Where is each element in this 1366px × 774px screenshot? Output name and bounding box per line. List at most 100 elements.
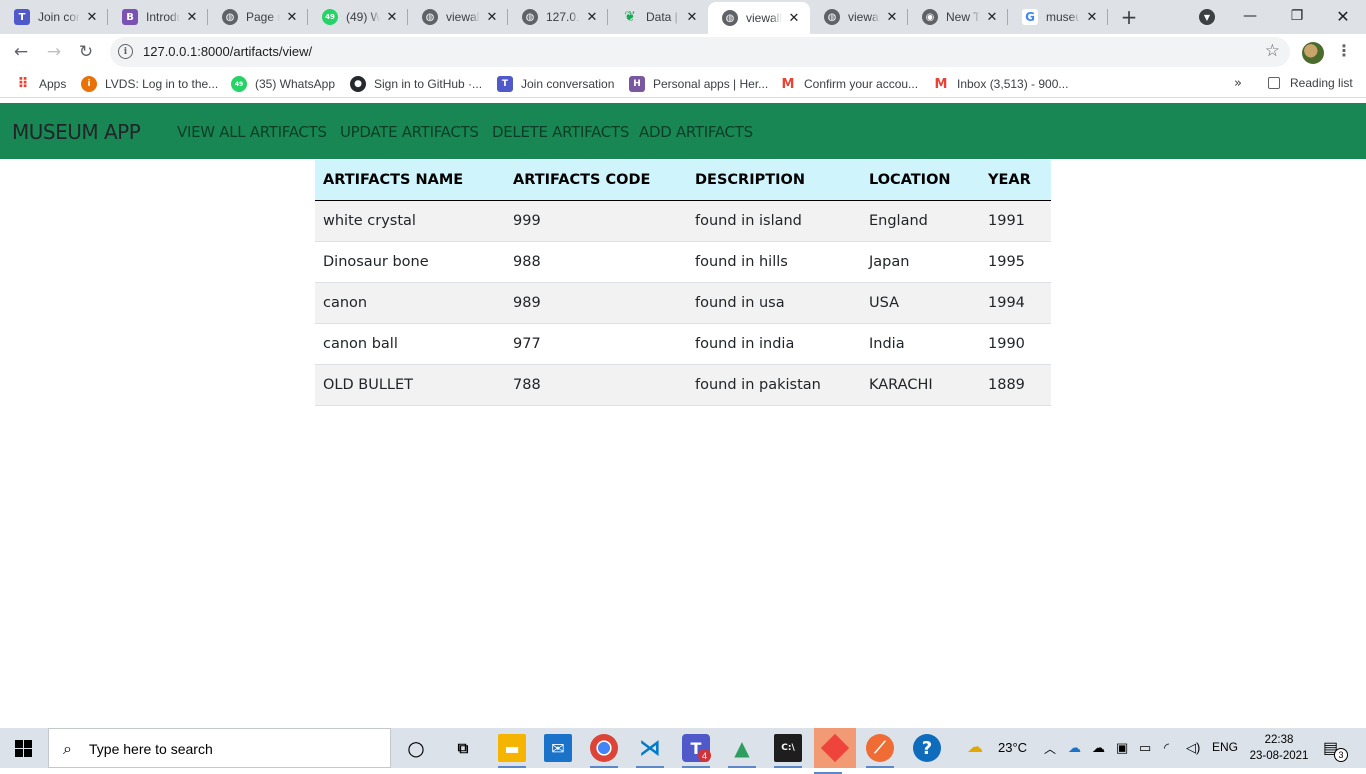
new-tab-plus-icon[interactable]: + [1117, 5, 1141, 29]
help-icon[interactable]: ? [913, 734, 941, 762]
browser-tab[interactable]: ◍ viewall ✕ [810, 0, 908, 34]
restore-icon[interactable]: ❐ [1285, 4, 1309, 28]
cloud-icon[interactable]: ☁ [1092, 740, 1105, 756]
browser-tab[interactable]: ◍ 127.0.0.1 ✕ [508, 0, 608, 34]
terminal-icon[interactable]: C:\ [774, 734, 802, 768]
profile-avatar[interactable] [1302, 42, 1324, 64]
table-row: white crystal 999 found in island Englan… [315, 200, 1051, 242]
bookmark-label: Inbox (3,513) - 900... [957, 77, 1069, 91]
anydesk-diamond-icon [820, 733, 850, 763]
nav-update-artifacts[interactable]: UPDATE ARTIFACTS [340, 123, 479, 141]
windows-start-icon[interactable] [15, 740, 32, 757]
site-info-icon[interactable]: i [118, 44, 133, 59]
chrome-taskbar-icon[interactable] [590, 734, 618, 768]
gmail-icon: M [934, 76, 948, 92]
window-close-icon[interactable]: ✕ [1331, 4, 1355, 28]
rocket-app-icon[interactable]: ▲ [728, 734, 756, 768]
onedrive-error-icon[interactable]: ☁ [1068, 740, 1081, 756]
show-hidden-icons-chevron-icon[interactable]: ︿ [1044, 740, 1056, 757]
nav-view-all-artifacts[interactable]: VIEW ALL ARTIFACTS [177, 123, 327, 141]
vscode-icon[interactable]: ⋊ [636, 734, 664, 768]
bookmark-apps[interactable]: ⠿ Apps [15, 76, 67, 92]
nav-delete-artifacts[interactable]: DELETE ARTIFACTS [492, 123, 629, 141]
weather-temperature[interactable]: 23°C [998, 740, 1027, 755]
bookmark-github[interactable]: ● Sign in to GitHub ·... [350, 76, 482, 92]
table-cell: found in pakistan [687, 364, 861, 406]
tab-search-chevron-icon[interactable]: ▼ [1199, 9, 1215, 25]
close-tab-icon[interactable]: ✕ [84, 9, 100, 25]
browser-tab-active[interactable]: ◍ viewall ✕ [708, 2, 810, 34]
table-cell: Japan [861, 241, 980, 283]
browser-tab[interactable]: ◉ New Tab ✕ [908, 0, 1008, 34]
reading-list-label: Reading list [1290, 76, 1353, 90]
browser-tab[interactable]: 49 (49) WhatsApp ✕ [308, 0, 408, 34]
meet-now-icon[interactable]: ▣ [1116, 740, 1128, 756]
bookmark-teams[interactable]: T Join conversation [497, 76, 614, 92]
column-header: YEAR [980, 160, 1051, 201]
browser-tab[interactable]: T Join conversation ✕ [0, 0, 108, 34]
notification-count-badge: 3 [1334, 748, 1348, 762]
bookmark-label: (35) WhatsApp [255, 77, 336, 91]
back-arrow-icon[interactable]: ← [9, 40, 33, 64]
google-icon: G [1022, 9, 1038, 25]
close-tab-icon[interactable]: ✕ [584, 9, 600, 25]
bookmark-gmail-confirm[interactable]: M Confirm your accou... [780, 76, 919, 92]
browser-tab[interactable]: ◍ Page not found ✕ [208, 0, 308, 34]
close-tab-icon[interactable]: ✕ [984, 9, 1000, 25]
close-tab-icon[interactable]: ✕ [284, 9, 300, 25]
browser-tab[interactable]: ◍ viewall ✕ [408, 0, 508, 34]
table-cell: 1991 [980, 200, 1051, 242]
table-cell: 1994 [980, 282, 1051, 324]
tab-title: (49) WhatsApp [346, 10, 380, 24]
system-clock[interactable]: 22:38 23-08-2021 [1249, 732, 1309, 764]
globe-icon: ◍ [824, 9, 840, 25]
close-tab-icon[interactable]: ✕ [684, 9, 700, 25]
tab-title: Join conversation [38, 10, 80, 24]
nav-add-artifacts[interactable]: ADD ARTIFACTS [639, 123, 753, 141]
bookmark-whatsapp[interactable]: 49 (35) WhatsApp [231, 76, 335, 92]
close-tab-icon[interactable]: ✕ [786, 10, 802, 26]
task-view-icon[interactable]: ⧉ [449, 734, 477, 762]
browser-tab-strip: T Join conversation ✕ B Introduction ✕ ◍… [0, 0, 1366, 34]
mongodb-leaf-icon: ❦ [624, 9, 636, 25]
url-text[interactable]: 127.0.0.1:8000/artifacts/view/ [143, 44, 312, 59]
menu-kebab-icon[interactable]: ⋮ [1336, 41, 1352, 60]
close-tab-icon[interactable]: ✕ [1084, 9, 1100, 25]
table-cell: 977 [505, 323, 687, 365]
brand-link[interactable]: MUSEUM APP [12, 120, 141, 144]
browser-tab[interactable]: G museum ✕ [1008, 0, 1108, 34]
address-bar[interactable]: i 127.0.0.1:8000/artifacts/view/ ☆ [110, 37, 1290, 67]
table-cell: white crystal [315, 200, 505, 242]
close-tab-icon[interactable]: ✕ [384, 9, 400, 25]
reading-list-button[interactable]: Reading list [1268, 76, 1353, 90]
bookmark-gmail-inbox[interactable]: M Inbox (3,513) - 900... [933, 76, 1069, 92]
battery-icon[interactable]: ▭ [1139, 740, 1151, 756]
column-header: LOCATION [861, 160, 980, 201]
close-tab-icon[interactable]: ✕ [184, 9, 200, 25]
gmail-icon: M [781, 76, 795, 92]
input-language[interactable]: ENG [1212, 740, 1238, 754]
taskbar-search-box[interactable]: ⌕ Type here to search [48, 728, 391, 768]
browser-tab[interactable]: ❦ Data | MongoDB ✕ [608, 0, 708, 34]
reload-icon[interactable]: ↻ [74, 40, 98, 64]
postman-icon[interactable]: ⟋ [866, 734, 894, 768]
table-row: OLD BULLET 788 found in pakistan KARACHI… [315, 364, 1051, 406]
bookmark-star-icon[interactable]: ☆ [1265, 41, 1280, 61]
close-tab-icon[interactable]: ✕ [484, 9, 500, 25]
browser-toolbar: ← → ↻ i 127.0.0.1:8000/artifacts/view/ ☆… [0, 34, 1366, 70]
volume-icon[interactable]: ◁) [1186, 740, 1200, 756]
minimize-icon[interactable]: — [1238, 4, 1262, 28]
cortana-icon[interactable]: ○ [402, 734, 430, 762]
file-explorer-icon[interactable]: ▬ [498, 734, 526, 768]
close-tab-icon[interactable]: ✕ [884, 9, 900, 25]
weather-icon[interactable]: ☁ [967, 737, 983, 757]
forward-arrow-icon[interactable]: → [42, 40, 66, 64]
wifi-icon[interactable]: ◜ [1164, 740, 1169, 756]
more-bookmarks-button[interactable]: » [1234, 76, 1242, 91]
mail-icon[interactable]: ✉ [544, 734, 572, 762]
bookmark-lvds[interactable]: i LVDS: Log in to the... [81, 76, 218, 92]
bookmark-heroku[interactable]: H Personal apps | Her... [629, 76, 768, 92]
anydesk-icon[interactable] [814, 728, 856, 774]
browser-tab[interactable]: B Introduction ✕ [108, 0, 208, 34]
table-cell: India [861, 323, 980, 365]
